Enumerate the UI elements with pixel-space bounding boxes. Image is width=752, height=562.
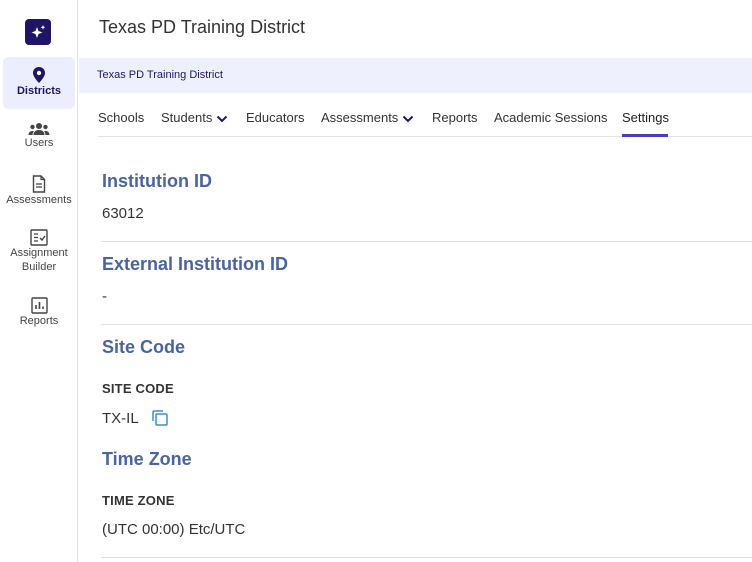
breadcrumb-bar: Texas PD Training District bbox=[79, 58, 752, 93]
tab-label: Schools bbox=[98, 110, 145, 125]
tab-assessments[interactable]: Assessments bbox=[321, 110, 414, 125]
chevron-down-icon bbox=[403, 115, 414, 122]
tab-label: Reports bbox=[432, 110, 478, 125]
tab-label: Settings bbox=[622, 110, 669, 125]
tab-label: Educators bbox=[246, 110, 305, 125]
site-code-label: SITE CODE bbox=[102, 381, 174, 396]
users-icon bbox=[28, 123, 50, 135]
tab-educators[interactable]: Educators bbox=[246, 110, 305, 125]
sidebar-item-users[interactable]: Users bbox=[3, 122, 75, 158]
divider bbox=[101, 324, 752, 325]
sidebar: Districts Users Assessments Assignment B… bbox=[0, 0, 78, 562]
tab-schools[interactable]: Schools bbox=[98, 110, 144, 125]
tab-label: Students bbox=[161, 110, 213, 125]
divider bbox=[101, 557, 752, 558]
sidebar-item-assessments[interactable]: Assessments bbox=[3, 175, 75, 211]
external-institution-id-value: - bbox=[102, 288, 107, 305]
tab-reports[interactable]: Reports bbox=[432, 110, 478, 125]
tab-label: Assessments bbox=[321, 110, 399, 125]
sidebar-item-label: Assessments bbox=[6, 194, 72, 206]
sidebar-item-reports[interactable]: Reports bbox=[3, 297, 75, 333]
sidebar-item-label: Districts bbox=[16, 85, 62, 97]
tab-academic-sessions[interactable]: Academic Sessions bbox=[494, 110, 607, 125]
institution-id-value: 63012 bbox=[102, 205, 144, 222]
site-code-title: Site Code bbox=[102, 337, 186, 357]
sidebar-item-label: Users bbox=[24, 137, 54, 149]
active-tab-indicator bbox=[622, 134, 668, 137]
time-zone-label: TIME ZONE bbox=[102, 493, 175, 508]
sparkle-icon bbox=[31, 25, 46, 38]
page-title: Texas PD Training District bbox=[99, 17, 306, 37]
institution-id-title: Institution ID bbox=[102, 171, 212, 191]
tab-label: Academic Sessions bbox=[494, 110, 608, 125]
app-logo[interactable] bbox=[25, 19, 51, 45]
document-icon bbox=[32, 175, 46, 193]
tab-students[interactable]: Students bbox=[161, 110, 228, 125]
tab-settings[interactable]: Settings bbox=[622, 110, 669, 125]
tab-bar: Schools Students Educators Assessments R… bbox=[98, 100, 752, 137]
chevron-down-icon bbox=[217, 115, 228, 122]
sidebar-item-label: Assignment bbox=[10, 247, 68, 259]
checklist-icon bbox=[30, 229, 48, 246]
external-institution-id-title: External Institution ID bbox=[102, 254, 289, 274]
time-zone-value: (UTC 00:00) Etc/UTC bbox=[102, 521, 246, 538]
divider bbox=[101, 241, 752, 242]
time-zone-title: Time Zone bbox=[102, 449, 192, 469]
site-code-value: TX-IL bbox=[102, 410, 139, 427]
copy-icon[interactable] bbox=[151, 409, 169, 427]
sidebar-item-label: Builder bbox=[21, 261, 57, 273]
bar-chart-icon bbox=[30, 297, 48, 314]
sidebar-item-assignment-builder[interactable]: Assignment Builder bbox=[3, 229, 75, 277]
breadcrumb[interactable]: Texas PD Training District bbox=[97, 69, 223, 81]
sidebar-item-label: Reports bbox=[19, 315, 59, 327]
sidebar-item-districts[interactable]: Districts bbox=[3, 57, 75, 109]
location-pin-icon bbox=[33, 67, 45, 83]
